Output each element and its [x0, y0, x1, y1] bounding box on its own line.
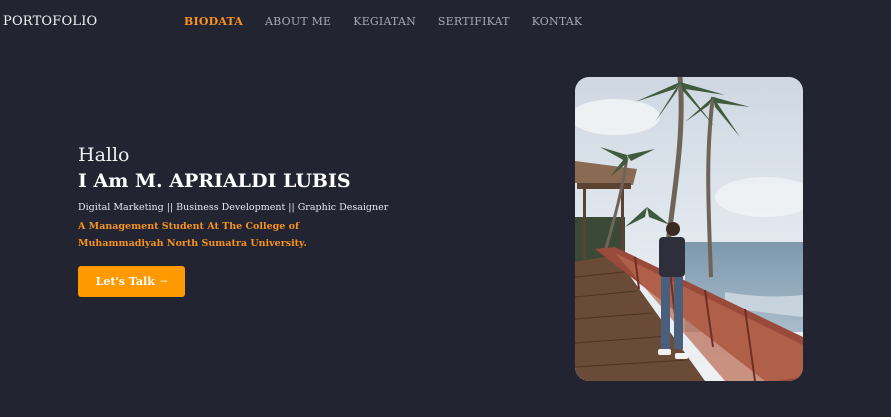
nav-item-about-me[interactable]: ABOUT ME [265, 15, 331, 28]
lets-talk-label: Let's Talk [95, 275, 155, 288]
hero-greeting: Hallo [78, 144, 130, 166]
nav-item-kegiatan[interactable]: KEGIATAN [353, 15, 416, 28]
brand-logo[interactable]: PORTOFOLIO [3, 14, 97, 29]
nav-item-kontak[interactable]: KONTAK [532, 15, 583, 28]
lets-talk-button[interactable]: Let's Talk → [78, 266, 185, 297]
main-nav: BIODATA ABOUT ME KEGIATAN SERTIFIKAT KON… [184, 15, 582, 28]
hero-skills: Digital Marketing || Business Developmen… [78, 202, 389, 213]
profile-photo [575, 77, 803, 381]
hero-section: Hallo I Am M. APRIALDI LUBIS Digital Mar… [78, 144, 408, 297]
nav-item-biodata[interactable]: BIODATA [184, 15, 243, 28]
nav-item-sertifikat[interactable]: SERTIFIKAT [438, 15, 510, 28]
page: PORTOFOLIO BIODATA ABOUT ME KEGIATAN SER… [0, 0, 891, 417]
hero-name: I Am M. APRIALDI LUBIS [78, 170, 351, 192]
arrow-right-icon: → [159, 276, 168, 287]
hero-description: A Management Student At The College of M… [78, 221, 307, 249]
profile-photo-illustration [575, 77, 803, 381]
